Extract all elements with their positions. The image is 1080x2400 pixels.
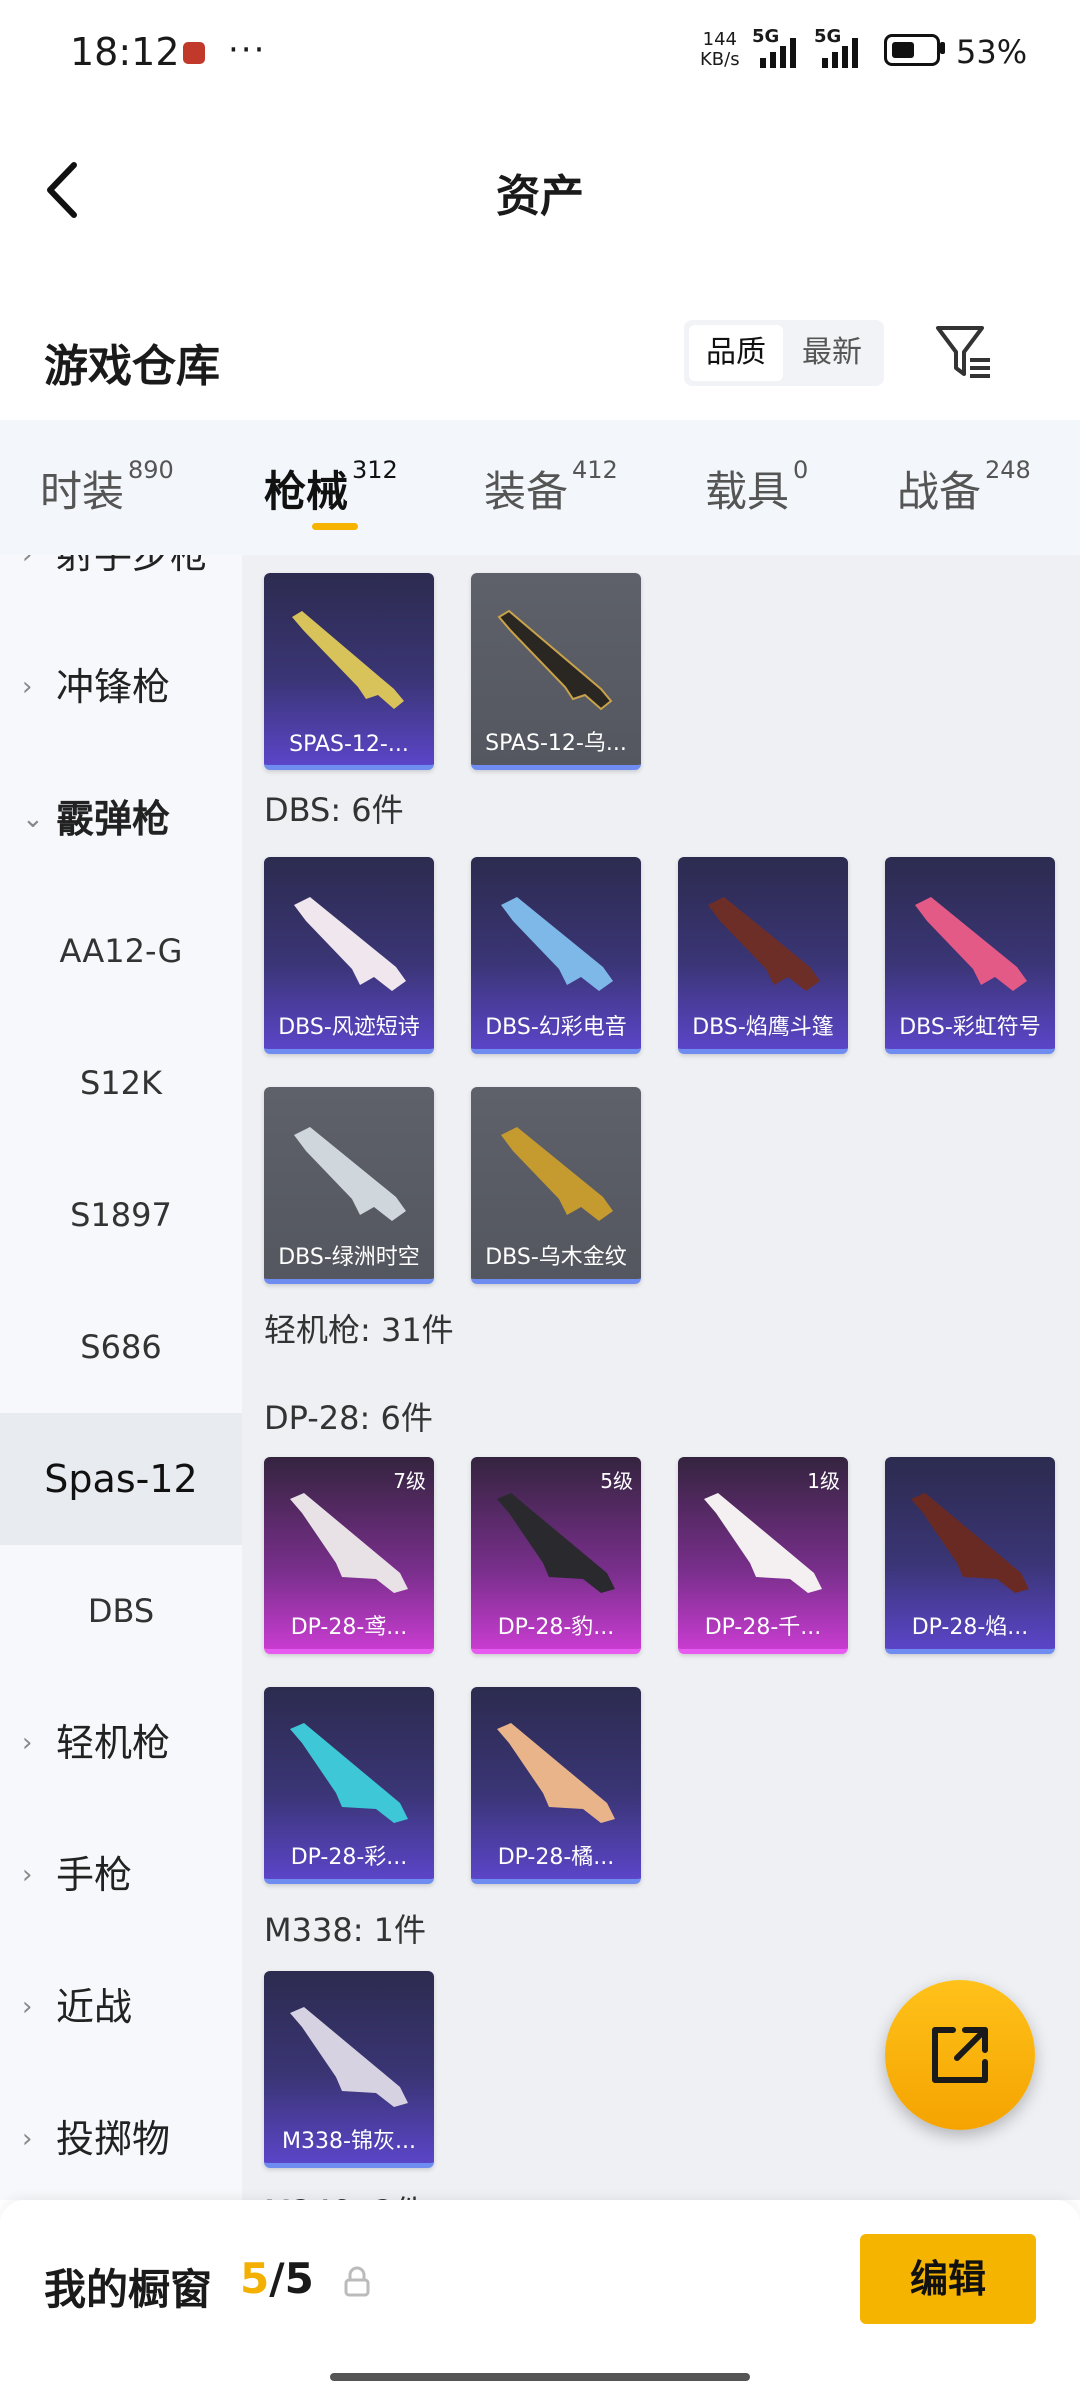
group-header-dbs: DBS: 6件 [264,791,404,829]
item-card[interactable]: DBS-彩虹符号 [885,857,1055,1054]
sidebar-item-dbs[interactable]: DBS [0,1545,242,1677]
item-card[interactable]: SPAS-12-... [264,573,434,770]
tab-supplies[interactable]: 战备 248 [897,456,1031,519]
group-header-m338: M338: 1件 [264,1911,427,1949]
sort-newest-button[interactable]: 最新 [785,325,879,381]
sidebar-item-melee[interactable]: › 近战 [0,1941,242,2073]
category-sidebar: › 射手步枪 › 冲锋枪 ⌄ 霰弹枪 AA12-G S12K S1897 S686 S… [0,555,242,2200]
item-card[interactable]: DBS-焰鹰斗篷 [678,857,848,1054]
tab-firearms[interactable]: 枪械 312 [264,456,398,519]
active-tab-indicator [312,523,358,530]
item-card[interactable]: DBS-风迹短诗 [264,857,434,1054]
shotgun-icon [501,1127,613,1221]
app-notification-icon [183,42,205,64]
shotgun-icon [294,897,406,991]
sidebar-item-spas12[interactable]: Spas-12 [0,1413,242,1545]
chevron-right-icon: › [22,672,33,702]
showcase-title: 我的橱窗 [44,2265,213,2314]
item-card[interactable]: 1级 DP-28-千... [678,1457,848,1654]
home-indicator[interactable] [330,2373,750,2381]
shotgun-icon [294,1127,406,1221]
item-card[interactable]: 5级 DP-28-豹... [471,1457,641,1654]
signal-bars-1-icon [760,34,796,68]
tab-vehicles[interactable]: 载具 0 [705,456,808,519]
machine-gun-icon [911,1493,1029,1593]
network-speed: 144 KB/s [700,29,740,70]
group-header-dp28: DP-28: 6件 [264,1399,433,1437]
shotgun-icon [292,611,404,709]
sidebar-item-lmg[interactable]: › 轻机枪 [0,1677,242,1809]
sidebar-item-marksman[interactable]: › 射手步枪 [0,555,242,621]
item-card[interactable]: DP-28-橘... [471,1687,641,1884]
status-time: 18:12 [70,30,180,74]
filter-button[interactable] [934,322,994,382]
machine-gun-icon [290,1723,408,1823]
item-card[interactable]: SPAS-12-乌... [471,573,641,770]
item-card[interactable]: DBS-幻彩电音 [471,857,641,1054]
sidebar-item-shotgun[interactable]: ⌄ 霰弹枪 [0,753,242,885]
item-card[interactable]: DP-28-焰... [885,1457,1055,1654]
edit-button[interactable]: 编辑 [860,2234,1036,2324]
item-card[interactable]: DBS-绿洲时空 [264,1087,434,1284]
sort-quality-button[interactable]: 品质 [689,325,783,381]
category-tabs: 时装 890 枪械 312 装备 412 载具 0 战备 248 [0,420,1080,555]
signal-bars-2-icon [822,34,858,68]
share-button[interactable] [885,1980,1035,2130]
warehouse-title: 游戏仓库 [44,341,220,392]
status-bar: 18:12 ··· 144 KB/s 5G 5G 53% [0,0,1080,110]
machine-gun-icon [704,1493,822,1593]
shotgun-icon [915,897,1027,991]
showcase-count: 5/5 [240,2254,314,2303]
shotgun-icon [501,897,613,991]
item-card[interactable]: DBS-乌木金纹 [471,1087,641,1284]
chevron-right-icon: › [22,1860,33,1890]
sidebar-item-s1897[interactable]: S1897 [0,1149,242,1281]
item-card[interactable]: DP-28-彩... [264,1687,434,1884]
group-header-partial: M249: 2件 [264,2187,426,2200]
machine-gun-icon [497,1723,615,1823]
more-notifications-icon: ··· [228,30,267,70]
tab-fashion[interactable]: 时装 890 [40,456,174,519]
sidebar-item-s686[interactable]: S686 [0,1281,242,1413]
sidebar-item-smg[interactable]: › 冲锋枪 [0,621,242,753]
chevron-right-icon: › [22,2124,33,2154]
tab-equipment[interactable]: 装备 412 [484,456,618,519]
machine-gun-icon [290,2007,408,2107]
sidebar-item-throwable[interactable]: › 投掷物 [0,2073,242,2200]
machine-gun-icon [497,1493,615,1593]
lock-icon [343,2266,371,2298]
sidebar-item-pistol[interactable]: › 手枪 [0,1809,242,1941]
share-external-icon [932,2027,988,2083]
chevron-right-icon: › [22,1992,33,2022]
filter-icon [936,326,990,378]
battery-icon [884,34,940,66]
item-card[interactable]: M338-锦灰... [264,1971,434,2168]
sort-toggle: 品质 最新 [684,320,884,386]
sidebar-item-aa12g[interactable]: AA12-G [0,885,242,1017]
item-grid: SPAS-12-... SPAS-12-乌... DBS: 6件 DBS-风迹短… [242,555,1080,2200]
item-card[interactable]: 7级 DP-28-鸢... [264,1457,434,1654]
chevron-right-icon: › [22,1728,33,1758]
page-title: 资产 [496,171,584,222]
group-header-lmg: 轻机枪: 31件 [264,1311,454,1349]
chevron-down-icon: ⌄ [22,804,44,834]
chevron-right-icon: › [22,555,33,570]
battery-percent: 53% [956,33,1028,71]
shotgun-icon [497,609,613,711]
sidebar-item-s12k[interactable]: S12K [0,1017,242,1149]
shotgun-icon [708,897,820,991]
machine-gun-icon [290,1493,408,1593]
